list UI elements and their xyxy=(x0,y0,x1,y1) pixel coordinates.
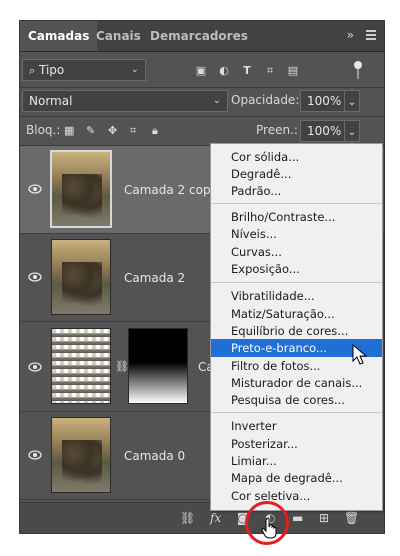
mouse-pointer-icon xyxy=(352,344,368,365)
new-group-icon[interactable]: ▬ xyxy=(292,511,303,525)
search-icon: ⌕ xyxy=(29,64,36,77)
menu-item-levels[interactable]: Níveis... xyxy=(211,225,382,243)
link-layers-icon[interactable]: ⛓ xyxy=(180,511,195,525)
tab-channels[interactable]: Canais xyxy=(88,21,149,51)
shape-filter-icon[interactable]: ⌗ xyxy=(264,65,276,77)
layer-mask-thumbnail[interactable] xyxy=(128,328,188,404)
visibility-eye-icon[interactable] xyxy=(28,450,42,460)
layer-thumbnail[interactable] xyxy=(51,417,111,493)
filter-toggle[interactable] xyxy=(354,61,362,79)
chevron-down-icon: ⌄ xyxy=(212,95,221,106)
collapse-panel-icon[interactable]: » xyxy=(347,28,354,42)
visibility-eye-icon[interactable] xyxy=(28,362,42,372)
pixel-filter-icon[interactable]: ▣ xyxy=(195,65,207,77)
panel-tabs: Camadas Canais Demarcadores » xyxy=(20,21,384,52)
layer-thumbnail[interactable] xyxy=(50,150,112,228)
opacity-dropdown[interactable]: ⌄ xyxy=(344,90,360,112)
menu-item-gradient-map[interactable]: Mapa de degradê... xyxy=(211,469,382,487)
blend-mode-value: Normal xyxy=(29,94,73,108)
adjustment-layer-menu: Cor sólida... Degradê... Padrão... Brilh… xyxy=(210,143,383,511)
lock-transparent-pixels-icon[interactable]: ▦ xyxy=(64,124,74,137)
menu-item-posterize[interactable]: Posterizar... xyxy=(211,435,382,453)
opacity-label: Opacidade: xyxy=(231,93,300,107)
fill-label: Preen.: xyxy=(256,123,298,137)
layer-name[interactable]: Camada 2 xyxy=(124,271,185,285)
lock-artboard-icon[interactable]: ⌗ xyxy=(130,124,136,138)
fx-button[interactable]: fx xyxy=(210,511,221,525)
fill-dropdown[interactable]: ⌄ xyxy=(344,120,360,142)
layer-thumbnail[interactable] xyxy=(51,328,111,404)
layer-name[interactable]: Camada 0 xyxy=(124,449,185,463)
hand-cursor-icon xyxy=(261,517,277,539)
lock-image-pixels-icon[interactable]: ✎ xyxy=(86,124,95,137)
menu-item-brightness-contrast[interactable]: Brilho/Contraste... xyxy=(211,208,382,226)
menu-item-selective-color[interactable]: Cor seletiva... xyxy=(211,487,382,505)
lock-label: Bloq.: xyxy=(26,123,61,137)
chevron-down-icon: ⌄ xyxy=(130,64,139,75)
new-layer-icon[interactable]: ⊞ xyxy=(319,511,329,525)
tab-layers[interactable]: Camadas xyxy=(20,21,98,51)
menu-item-solid-color[interactable]: Cor sólida... xyxy=(211,148,382,166)
fill-value: 100% xyxy=(307,124,342,138)
type-filter-icon[interactable]: T xyxy=(241,65,253,77)
menu-item-pattern[interactable]: Padrão... xyxy=(211,182,382,200)
menu-item-hue-saturation[interactable]: Matiz/Saturação... xyxy=(211,305,382,323)
menu-item-gradient[interactable]: Degradê... xyxy=(211,165,382,183)
lock-all-icon[interactable]: 🔒︎ xyxy=(152,124,158,138)
panel-menu-icon[interactable] xyxy=(366,30,376,42)
menu-item-curves[interactable]: Curvas... xyxy=(211,243,382,261)
menu-item-vibrance[interactable]: Vibratilidade... xyxy=(211,287,382,305)
delete-layer-icon[interactable]: 🗑︎ xyxy=(344,511,359,525)
smart-object-filter-icon[interactable]: ▤ xyxy=(287,65,299,77)
layer-name[interactable]: Camada 2 copia xyxy=(124,183,221,197)
filter-type-select[interactable]: ⌕ Tipo ⌄ xyxy=(22,59,146,81)
layer-thumbnail[interactable] xyxy=(51,239,111,315)
menu-item-channel-mixer[interactable]: Misturador de canais... xyxy=(211,374,382,392)
visibility-eye-icon[interactable] xyxy=(28,272,42,282)
chevron-down-icon: ⌄ xyxy=(347,127,357,138)
lock-position-icon[interactable]: ✥ xyxy=(108,124,117,137)
mask-link-icon[interactable]: ⛓ xyxy=(115,360,129,373)
menu-item-color-lookup[interactable]: Pesquisa de cores... xyxy=(211,391,382,409)
menu-item-exposure[interactable]: Exposição... xyxy=(211,260,382,278)
tab-paths[interactable]: Demarcadores xyxy=(142,21,256,51)
chevron-down-icon: ⌄ xyxy=(347,97,357,108)
blend-mode-select[interactable]: Normal ⌄ xyxy=(22,90,228,112)
filter-type-value: Tipo xyxy=(39,63,65,77)
opacity-value: 100% xyxy=(307,94,342,108)
menu-item-color-balance[interactable]: Equilíbrio de cores... xyxy=(211,322,382,340)
visibility-eye-icon[interactable] xyxy=(28,184,42,194)
menu-item-threshold[interactable]: Limiar... xyxy=(211,452,382,470)
adjustment-filter-icon[interactable]: ◐ xyxy=(218,65,230,77)
menu-item-invert[interactable]: Inverter xyxy=(211,417,382,435)
